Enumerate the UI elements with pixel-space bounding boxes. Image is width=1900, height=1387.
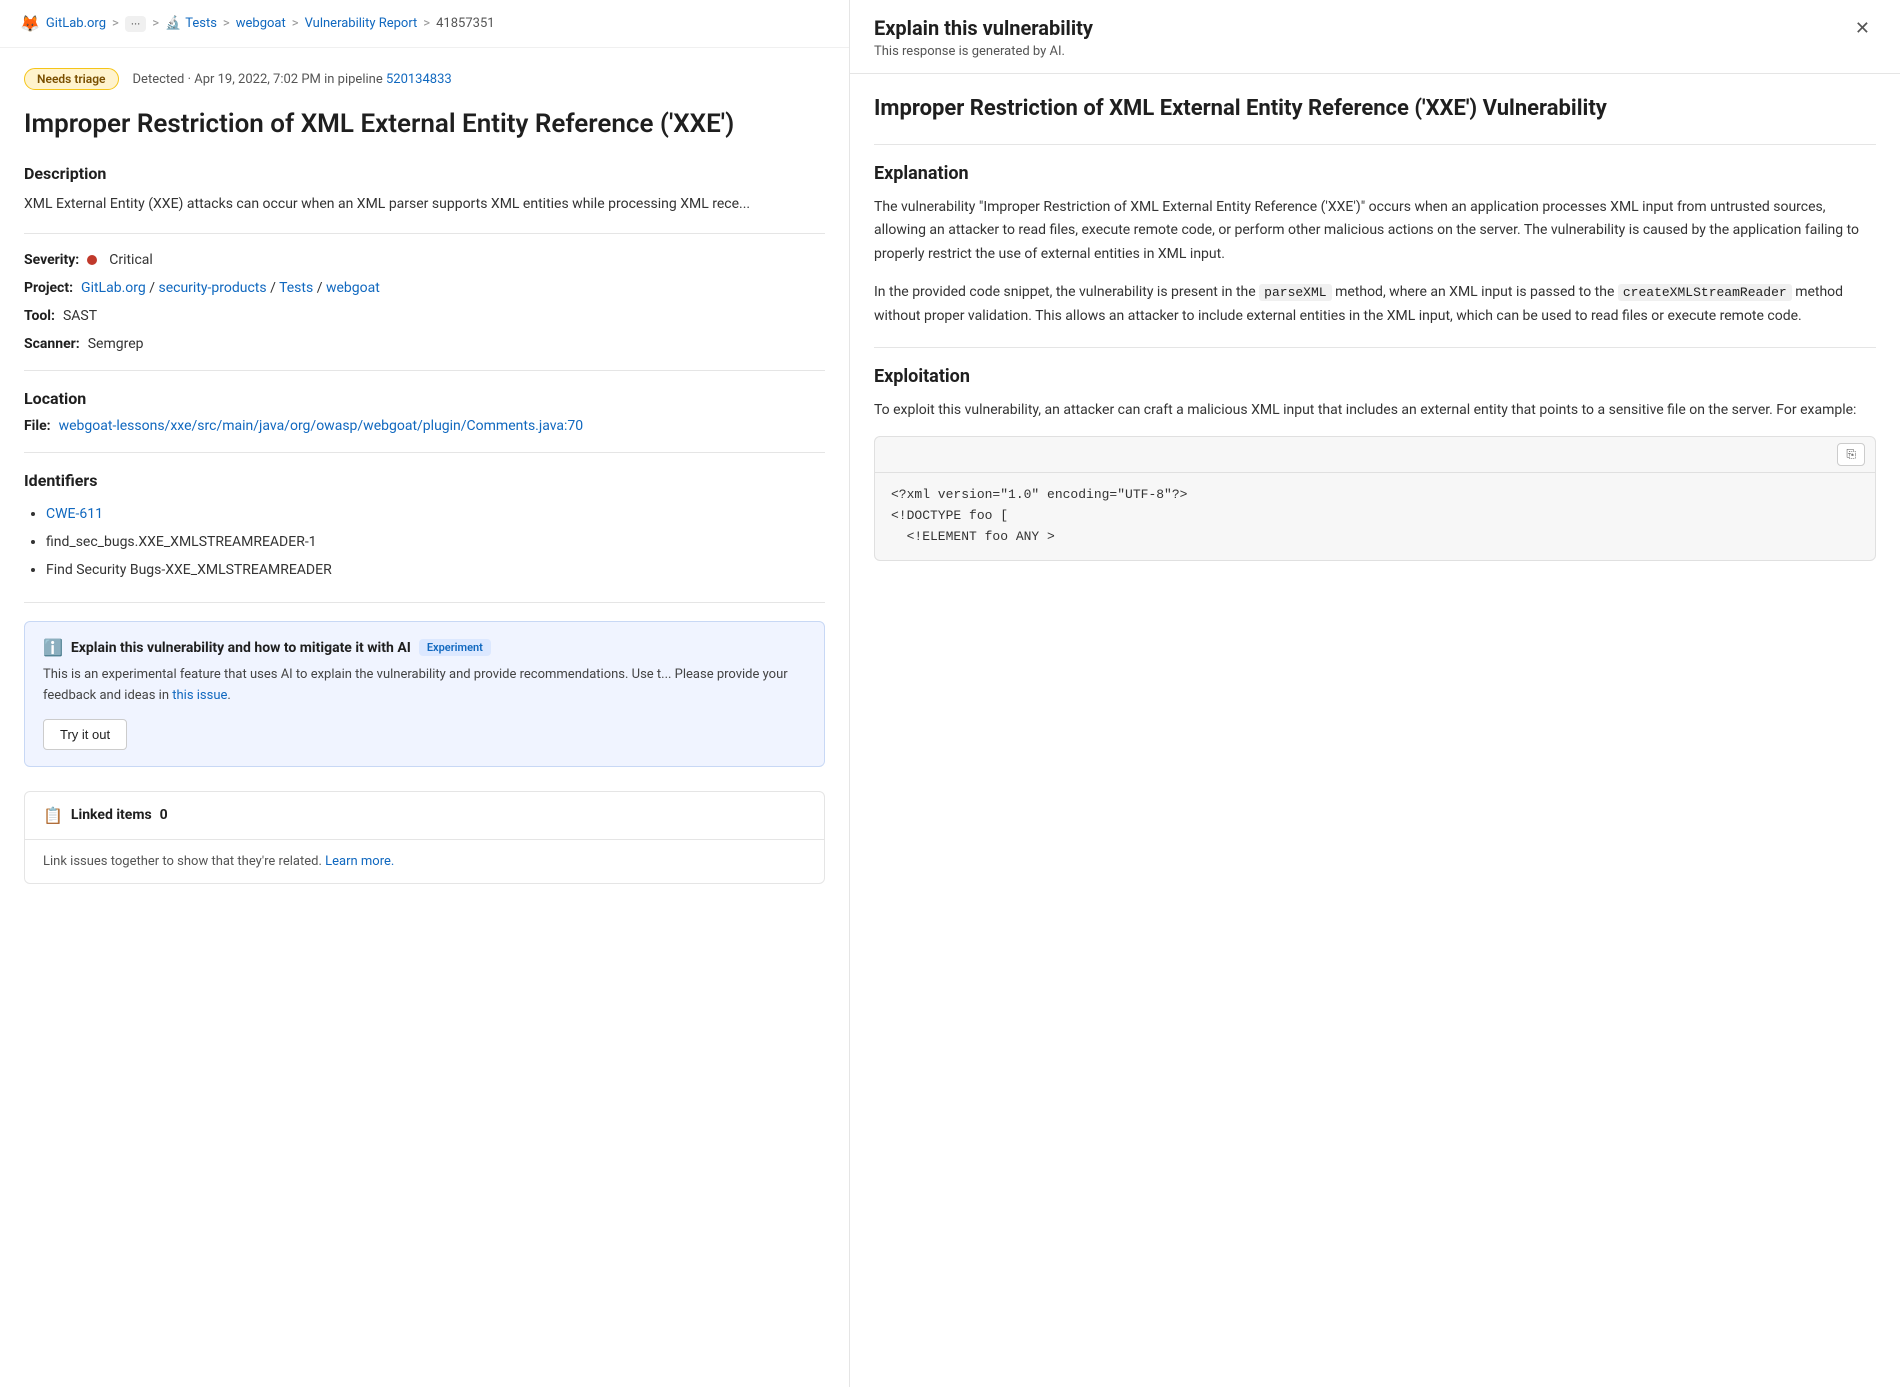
cwe-link[interactable]: CWE-611 — [46, 506, 103, 522]
copy-code-button[interactable]: ⎘ — [1837, 443, 1865, 466]
scanner-value: Semgrep — [88, 336, 144, 352]
linked-items-icon: 📋 — [43, 806, 63, 825]
createxmlstreamreader-code: createXMLStreamReader — [1618, 284, 1792, 301]
location-heading: Location — [24, 389, 825, 408]
divider-1 — [24, 233, 825, 234]
ai-explain-desc: This is an experimental feature that use… — [43, 665, 806, 707]
breadcrumb-sep-1: > — [112, 16, 119, 31]
severity-value: Critical — [109, 252, 153, 268]
rp-vuln-title: Improper Restriction of XML External Ent… — [874, 94, 1876, 124]
description-heading: Description — [24, 164, 825, 183]
learn-more-link[interactable]: Learn more. — [325, 854, 394, 869]
explanation-heading: Explanation — [874, 163, 1876, 184]
rp-divider-1 — [874, 144, 1876, 145]
project-link-security-products[interactable]: security-products — [158, 280, 266, 296]
severity-row: Severity: Critical — [24, 252, 825, 268]
breadcrumb-sep-4: > — [292, 16, 299, 31]
linked-items-heading: Linked items — [71, 807, 152, 823]
right-panel-title: Explain this vulnerability — [874, 16, 1093, 40]
needs-triage-badge: Needs triage — [24, 68, 119, 90]
identifiers-section: Identifiers CWE-611 find_sec_bugs.XXE_XM… — [24, 471, 825, 584]
breadcrumb-vuln-report[interactable]: Vulnerability Report — [305, 16, 418, 31]
detected-text: Detected · Apr 19, 2022, 7:02 PM in pipe… — [133, 72, 452, 87]
project-label: Project: — [24, 280, 73, 296]
location-section: Location File: webgoat-lessons/xxe/src/m… — [24, 389, 825, 434]
code-block: ⎘ <?xml version="1.0" encoding="UTF-8"?>… — [874, 436, 1876, 560]
identifier-3: Find Security Bugs-XXE_XMLSTREAMREADER — [46, 562, 332, 578]
vulnerability-title: Improper Restriction of XML External Ent… — [24, 108, 825, 142]
list-item: find_sec_bugs.XXE_XMLSTREAMREADER-1 — [46, 528, 825, 556]
explanation-p2: In the provided code snippet, the vulner… — [874, 281, 1876, 329]
info-icon: ℹ️ — [43, 638, 63, 657]
code-block-header: ⎘ — [875, 437, 1875, 473]
main-content: Needs triage Detected · Apr 19, 2022, 7:… — [0, 48, 849, 948]
severity-dot — [87, 255, 97, 265]
breadcrumb-gitlab[interactable]: GitLab.org — [46, 16, 106, 31]
divider-4 — [24, 602, 825, 603]
breadcrumb-issue-id: 41857351 — [436, 16, 494, 31]
project-link-tests[interactable]: Tests — [279, 280, 313, 296]
badge-row: Needs triage Detected · Apr 19, 2022, 7:… — [24, 68, 825, 90]
linked-items-header: 📋 Linked items 0 — [25, 792, 824, 840]
ai-explain-header: ℹ️ Explain this vulnerability and how to… — [43, 638, 806, 657]
identifier-2: find_sec_bugs.XXE_XMLSTREAMREADER-1 — [46, 534, 317, 550]
breadcrumb-dots[interactable]: ··· — [125, 16, 146, 32]
parsexmL-code: parseXML — [1259, 284, 1331, 301]
file-label: File: — [24, 418, 51, 434]
ai-explain-title: Explain this vulnerability and how to mi… — [71, 640, 411, 656]
right-panel: Explain this vulnerability This response… — [850, 0, 1900, 1387]
list-item: CWE-611 — [46, 500, 825, 528]
breadcrumb-sep-5: > — [423, 16, 430, 31]
divider-2 — [24, 370, 825, 371]
code-block-body: <?xml version="1.0" encoding="UTF-8"?> <… — [875, 473, 1875, 559]
list-item: Find Security Bugs-XXE_XMLSTREAMREADER — [46, 556, 825, 584]
tool-value: SAST — [63, 308, 97, 324]
exploitation-heading: Exploitation — [874, 366, 1876, 387]
project-link-gitlab[interactable]: GitLab.org — [81, 280, 146, 296]
this-issue-link[interactable]: this issue — [172, 688, 227, 703]
file-row: File: webgoat-lessons/xxe/src/main/java/… — [24, 418, 825, 434]
breadcrumb-sep-3: > — [223, 16, 230, 31]
breadcrumb-tests[interactable]: Tests — [185, 16, 217, 31]
right-panel-body: Improper Restriction of XML External Ent… — [850, 74, 1900, 601]
identifiers-list: CWE-611 find_sec_bugs.XXE_XMLSTREAMREADE… — [24, 500, 825, 584]
severity-label: Severity: — [24, 252, 79, 268]
exploitation-text: To exploit this vulnerability, an attack… — [874, 399, 1876, 423]
project-row: Project: GitLab.org / security-products … — [24, 280, 825, 296]
breadcrumb-tests-icon: 🔬 — [165, 16, 181, 31]
tool-label: Tool: — [24, 308, 55, 324]
experiment-badge: Experiment — [419, 639, 491, 656]
breadcrumb-sep-2: > — [152, 16, 159, 31]
breadcrumb: 🦊 GitLab.org > ··· > 🔬 Tests > webgoat >… — [0, 0, 849, 48]
rp-divider-2 — [874, 347, 1876, 348]
ai-explain-box: ℹ️ Explain this vulnerability and how to… — [24, 621, 825, 767]
scanner-row: Scanner: Semgrep — [24, 336, 825, 352]
linked-items-box: 📋 Linked items 0 Link issues together to… — [24, 791, 825, 884]
pipeline-link[interactable]: 520134833 — [386, 72, 452, 87]
breadcrumb-webgoat[interactable]: webgoat — [236, 16, 286, 31]
project-link-webgoat[interactable]: webgoat — [326, 280, 380, 296]
close-panel-button[interactable]: ✕ — [1849, 16, 1876, 41]
divider-3 — [24, 452, 825, 453]
left-panel: 🦊 GitLab.org > ··· > 🔬 Tests > webgoat >… — [0, 0, 850, 1387]
linked-items-body: Link issues together to show that they'r… — [25, 840, 824, 883]
linked-items-count: 0 — [160, 807, 168, 823]
description-text: XML External Entity (XXE) attacks can oc… — [24, 193, 825, 215]
tool-row: Tool: SAST — [24, 308, 825, 324]
project-value: GitLab.org / security-products / Tests /… — [81, 280, 380, 296]
gitlab-logo-icon: 🦊 — [20, 14, 40, 33]
right-panel-header-text: Explain this vulnerability This response… — [874, 16, 1093, 59]
scanner-label: Scanner: — [24, 336, 80, 352]
ai-generated-note: This response is generated by AI. — [874, 44, 1093, 59]
identifiers-heading: Identifiers — [24, 471, 825, 490]
try-it-out-button[interactable]: Try it out — [43, 719, 127, 750]
right-panel-header: Explain this vulnerability This response… — [850, 0, 1900, 74]
explanation-p1: The vulnerability "Improper Restriction … — [874, 196, 1876, 267]
file-path-link[interactable]: webgoat-lessons/xxe/src/main/java/org/ow… — [59, 418, 584, 434]
